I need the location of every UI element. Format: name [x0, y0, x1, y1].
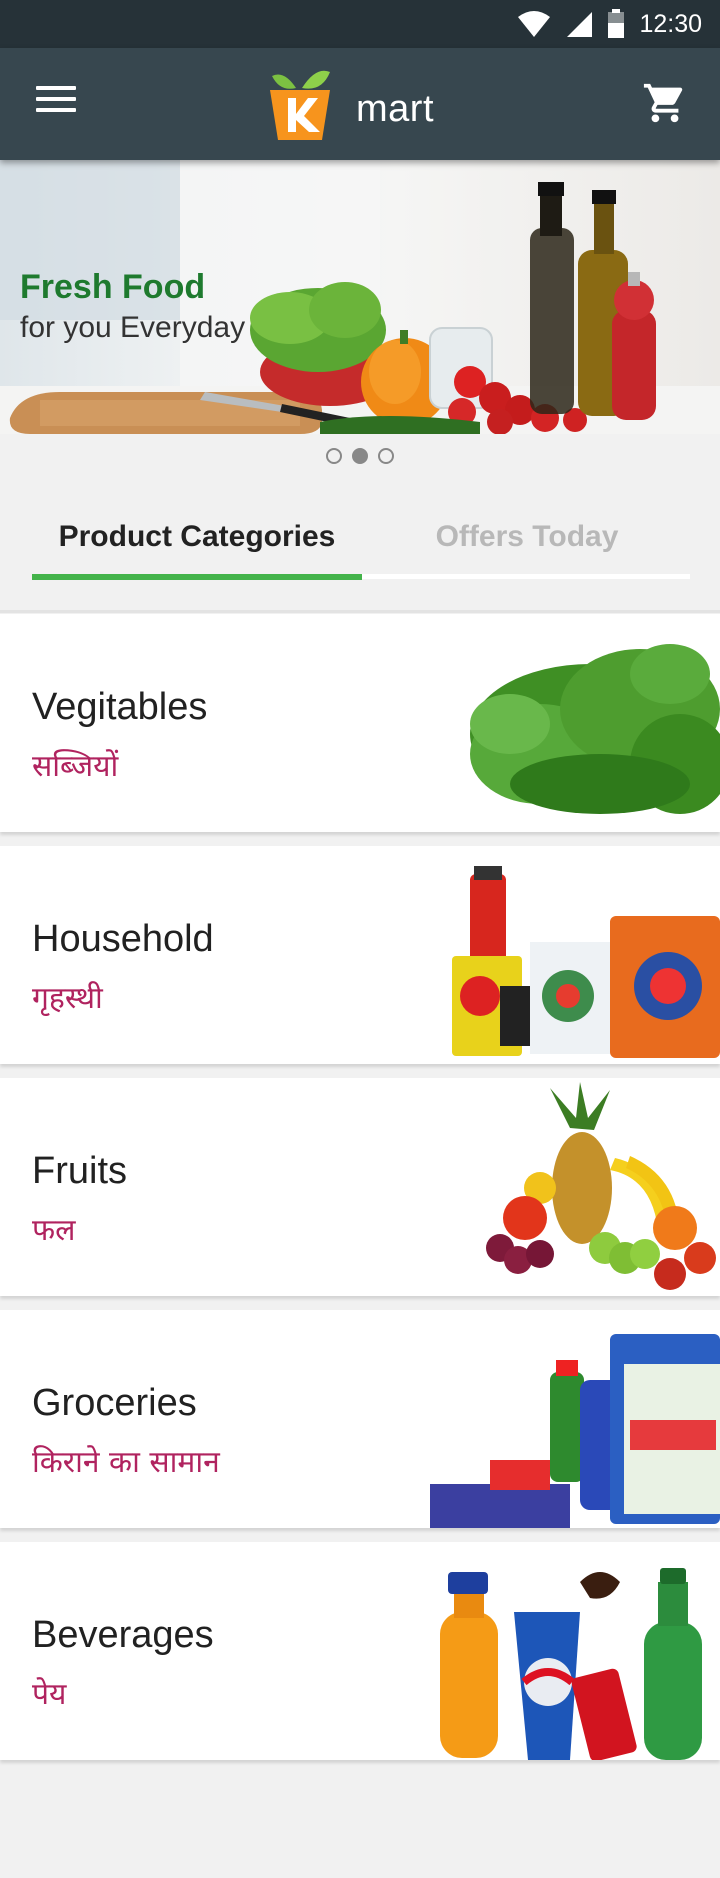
wifi-icon — [518, 11, 551, 37]
pager-dot-3[interactable] — [378, 448, 394, 464]
category-name: Vegitables — [32, 686, 208, 728]
promo-banner[interactable]: Fresh Food for you Everyday — [0, 160, 720, 434]
banner-subtitle: for you Everyday — [20, 311, 246, 344]
category-tabs: Product Categories Offers Today — [32, 500, 690, 580]
tab-product-categories[interactable]: Product Categories — [32, 500, 362, 574]
category-name: Fruits — [32, 1150, 127, 1192]
groceries-image — [430, 1334, 720, 1528]
status-bar: 12:30 — [0, 0, 720, 48]
category-card-household[interactable]: Household गृहस्थी — [0, 846, 720, 1064]
app-bar: mart — [0, 48, 720, 160]
app-logo — [270, 70, 330, 140]
category-name: Household — [32, 918, 214, 960]
shopping-cart-icon[interactable] — [642, 80, 688, 126]
section-divider — [0, 610, 720, 613]
app-title: mart — [356, 88, 434, 130]
pager-dot-2[interactable] — [352, 448, 368, 464]
category-name-hindi: पेय — [32, 1677, 67, 1712]
category-card-beverages[interactable]: Beverages पेय — [0, 1542, 720, 1760]
category-name-hindi: गृहस्थी — [32, 981, 103, 1016]
category-card-fruits[interactable]: Fruits फल — [0, 1078, 720, 1296]
status-time: 12:30 — [639, 9, 702, 38]
signal-icon — [567, 12, 593, 37]
fruits-image — [486, 1082, 716, 1290]
category-name-hindi: सब्जियों — [32, 749, 119, 784]
vegetables-image — [470, 644, 720, 814]
banner-pager — [0, 448, 720, 464]
category-name: Beverages — [32, 1614, 214, 1656]
banner-text: Fresh Food for you Everyday — [20, 268, 245, 345]
hamburger-menu-icon[interactable] — [36, 86, 76, 122]
battery-icon — [608, 9, 625, 38]
tab-indicator — [32, 574, 362, 580]
category-card-groceries[interactable]: Groceries किराने का सामान — [0, 1310, 720, 1528]
category-name-hindi: फल — [32, 1213, 76, 1248]
category-card-vegetables[interactable]: Vegitables सब्जियों — [0, 614, 720, 832]
category-name-hindi: किराने का सामान — [32, 1445, 220, 1480]
category-name: Groceries — [32, 1382, 197, 1424]
household-products-image — [452, 866, 720, 1058]
banner-title: Fresh Food — [20, 268, 206, 306]
beverages-image — [440, 1568, 702, 1760]
pager-dot-1[interactable] — [326, 448, 342, 464]
tab-offers-today[interactable]: Offers Today — [362, 500, 692, 574]
